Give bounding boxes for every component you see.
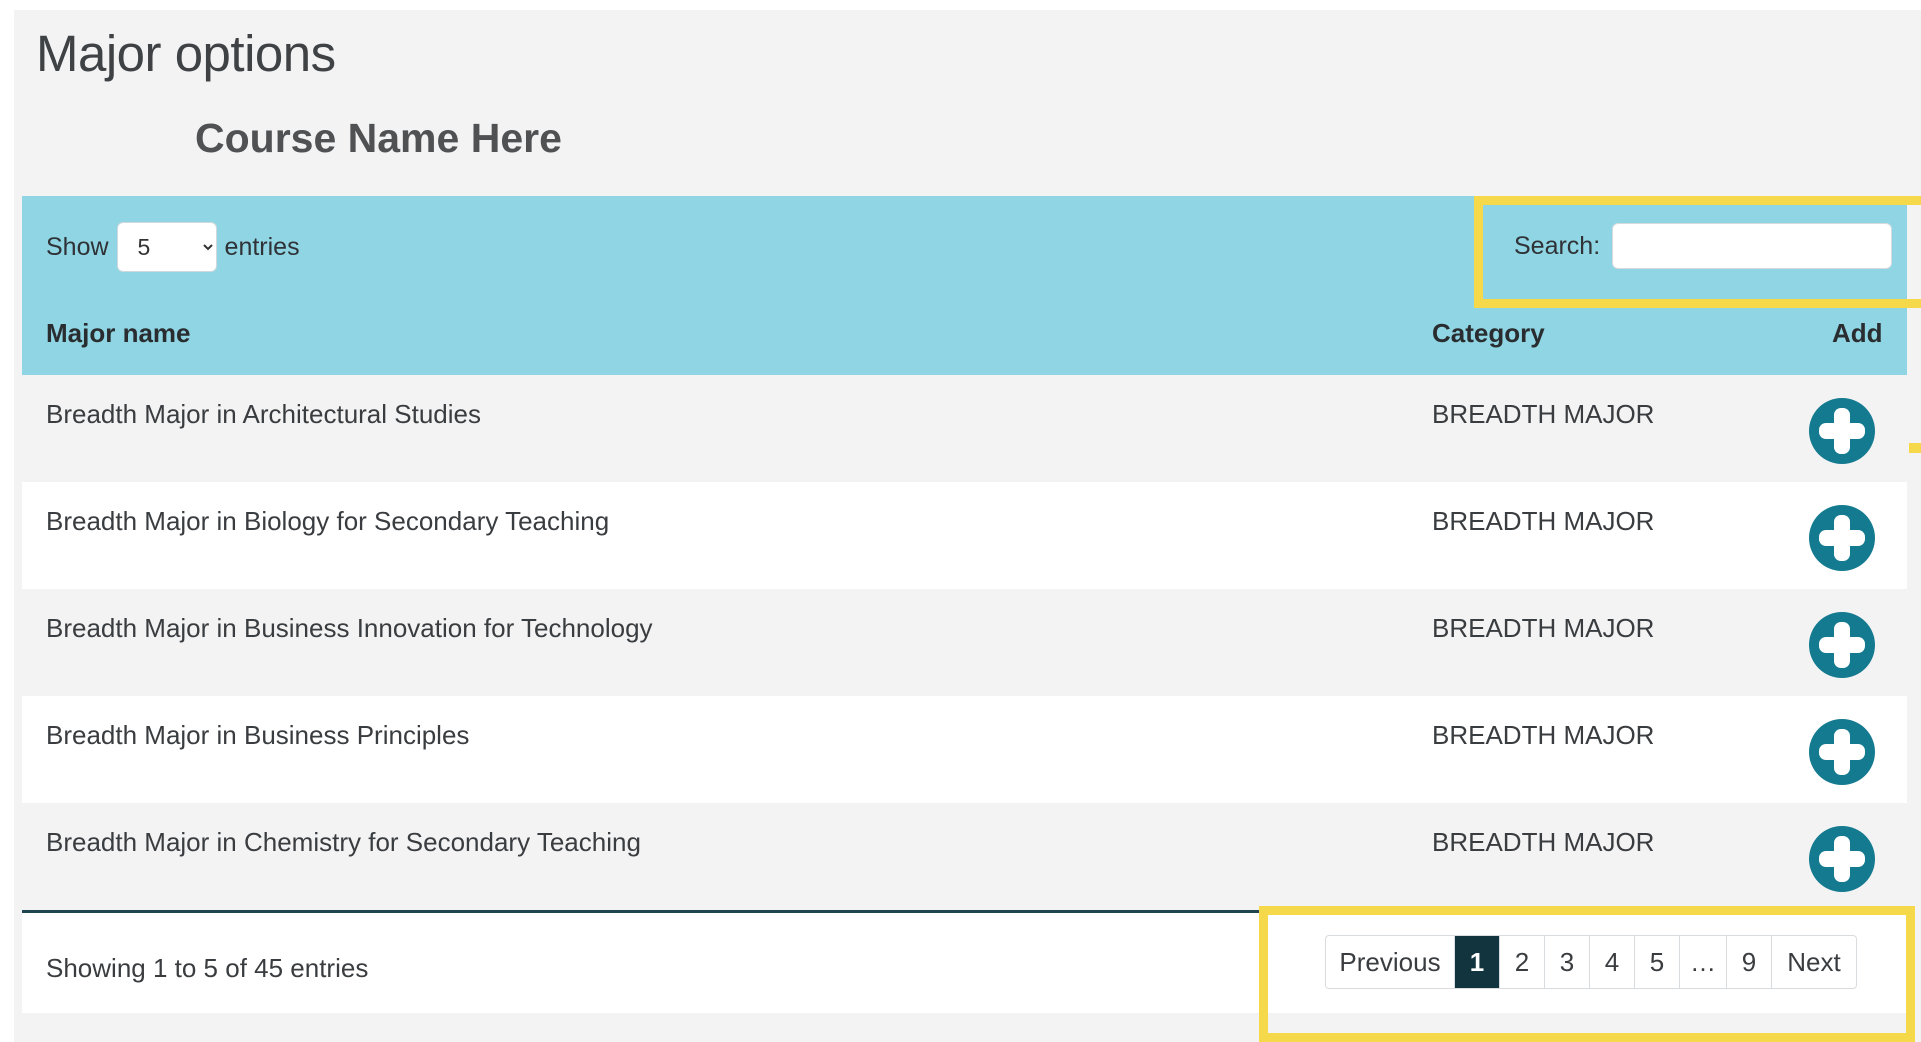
plus-circle-icon (1809, 719, 1875, 785)
table-footer: Showing 1 to 5 of 45 entries Previous 1 2 3… (22, 910, 1907, 1013)
table-row: Breadth Major in Biology for Secondary T… (22, 482, 1907, 589)
page-title: Major options (36, 25, 336, 82)
pagination-next-button[interactable]: Next (1772, 936, 1856, 988)
entries-label: entries (224, 232, 300, 261)
category-cell: BREADTH MAJOR (1432, 506, 1655, 536)
plus-circle-icon (1809, 826, 1875, 892)
table-row: Breadth Major in Chemistry for Secondary… (22, 803, 1907, 910)
table-row: Breadth Major in Business Principles BREA… (22, 696, 1907, 803)
pagination-page-button[interactable]: 1 (1455, 936, 1500, 988)
course-name: Course Name Here (195, 115, 562, 161)
table-body: Breadth Major in Architectural Studies BR… (22, 375, 1907, 910)
pagination-page-button[interactable]: 3 (1545, 936, 1590, 988)
entries-info: Showing 1 to 5 of 45 entries (46, 953, 369, 983)
column-header-major-name[interactable]: Major name (46, 318, 191, 349)
table-row: Breadth Major in Architectural Studies BR… (22, 375, 1907, 482)
table-header-row: Major name Category Add (22, 292, 1907, 375)
category-cell: BREADTH MAJOR (1432, 399, 1655, 429)
highlight-marker (1909, 443, 1921, 453)
entries-length-control: Show 5 entries (46, 222, 300, 272)
major-name-cell: Breadth Major in Architectural Studies (46, 399, 481, 429)
column-header-add: Add (1832, 318, 1883, 348)
category-cell: BREADTH MAJOR (1432, 720, 1655, 750)
show-label: Show (46, 232, 109, 261)
pagination-page-button[interactable]: 9 (1727, 936, 1772, 988)
majors-table-panel: Show 5 entries Search: Major name Catego… (22, 196, 1907, 1013)
add-major-button[interactable] (1808, 504, 1876, 572)
major-name-cell: Breadth Major in Business Principles (46, 720, 470, 750)
pagination-previous-button[interactable]: Previous (1326, 936, 1455, 988)
add-major-button[interactable] (1808, 825, 1876, 893)
plus-circle-icon (1809, 612, 1875, 678)
major-name-cell: Breadth Major in Chemistry for Secondary… (46, 827, 641, 857)
add-major-button[interactable] (1808, 718, 1876, 786)
pagination-page-button[interactable]: 4 (1590, 936, 1635, 988)
major-name-cell: Breadth Major in Biology for Secondary T… (46, 506, 610, 536)
pagination-page-button[interactable]: 2 (1500, 936, 1545, 988)
search-label: Search: (1514, 231, 1601, 260)
column-header-category[interactable]: Category (1432, 318, 1545, 349)
category-cell: BREADTH MAJOR (1432, 827, 1655, 857)
add-major-button[interactable] (1808, 611, 1876, 679)
major-name-cell: Breadth Major in Business Innovation for… (46, 613, 653, 643)
search-input[interactable] (1612, 223, 1893, 269)
search-control: Search: (1514, 223, 1893, 269)
pagination: Previous 1 2 3 4 5… 9 Next (1325, 935, 1857, 989)
category-cell: BREADTH MAJOR (1432, 613, 1655, 643)
entries-per-page-select[interactable]: 5 (116, 222, 217, 272)
plus-circle-icon (1809, 398, 1875, 464)
table-controls: Show 5 entries Search: (22, 196, 1907, 292)
add-major-button[interactable] (1808, 397, 1876, 465)
pagination-page-button[interactable]: 5 (1635, 936, 1680, 988)
plus-circle-icon (1809, 505, 1875, 571)
pagination-ellipsis: … (1680, 936, 1727, 988)
table-row: Breadth Major in Business Innovation for… (22, 589, 1907, 696)
